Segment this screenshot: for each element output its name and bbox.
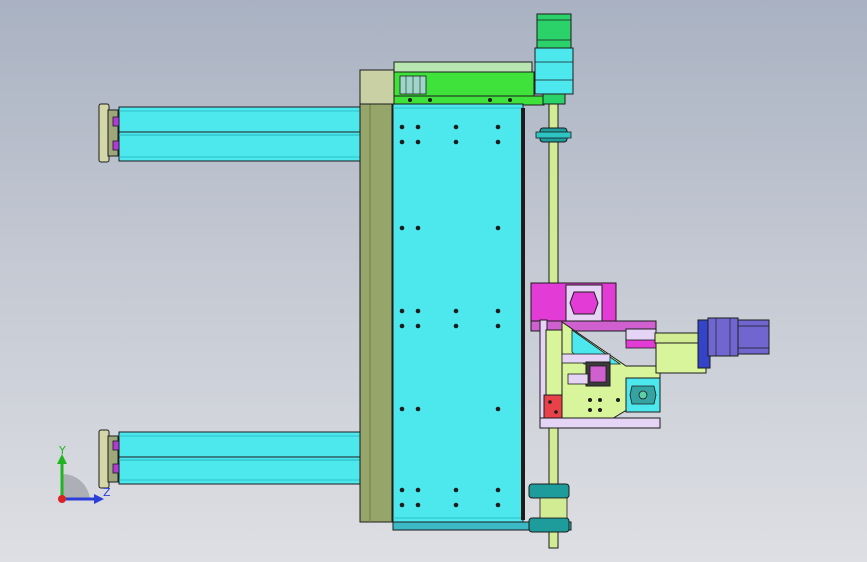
y-axis-label: Y [58, 444, 66, 457]
magenta-mount [530, 282, 657, 332]
leveling-foot-top [98, 103, 121, 163]
main-cyan-plate [392, 103, 525, 523]
leveling-foot-bottom [98, 429, 121, 489]
lower-carriage [539, 319, 661, 429]
z-axis-label: Z [103, 486, 111, 499]
top-stepper-motor [534, 13, 574, 105]
cad-viewport[interactable]: Y Z [0, 0, 867, 562]
top-carriage [393, 61, 545, 106]
olive-side-plate [359, 69, 397, 523]
extrusion-top [118, 106, 361, 162]
x-axis-dot [58, 495, 66, 503]
assembly-drawing: Y Z [57, 13, 770, 549]
extrusion-bottom [118, 431, 361, 485]
right-stepper-motor [654, 317, 770, 374]
